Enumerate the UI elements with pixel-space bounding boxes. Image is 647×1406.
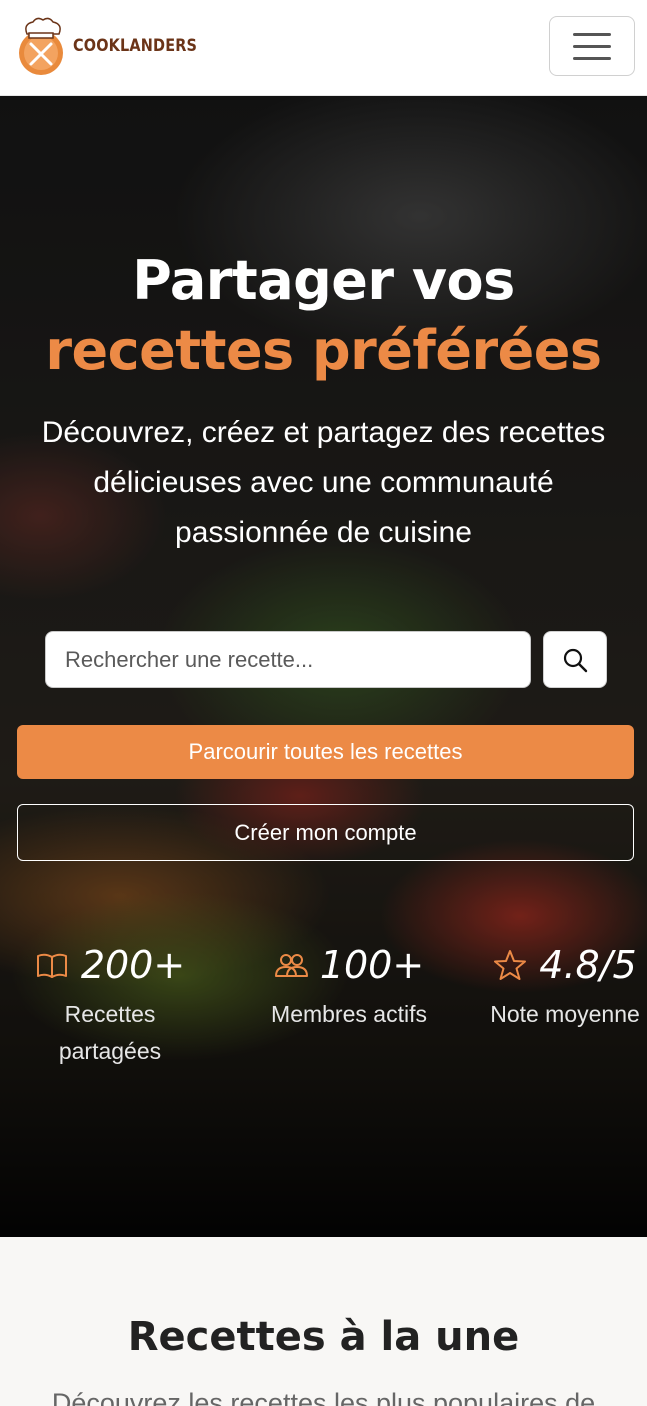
brand-name: COOKLANDERS — [73, 36, 198, 56]
create-account-button[interactable]: Créer mon compte — [17, 804, 634, 861]
featured-title: Recettes à la une — [127, 1314, 520, 1360]
stat-label: Note moyenne — [490, 1001, 640, 1027]
star-icon — [494, 950, 527, 980]
hero-title: Partager vos recettes préférées — [0, 246, 647, 386]
book-icon — [36, 953, 67, 978]
hamburger-menu-icon — [573, 32, 611, 36]
hero-title-text: Partager vos — [132, 249, 515, 312]
search-button[interactable] — [543, 631, 607, 688]
featured-subtitle: Découvrez les recettes les plus populair… — [51, 1388, 596, 1406]
users-icon — [274, 954, 308, 977]
stat-members: 100+ Membres actifs — [270, 938, 428, 1033]
brand-logo-link[interactable]: COOKLANDERS — [17, 16, 219, 76]
navbar-toggle-button[interactable] — [549, 16, 635, 76]
hero-section: Partager vos recettes préférées Découvre… — [0, 96, 647, 1237]
chef-hat-logo-icon — [19, 17, 63, 75]
stat-value: 200+ — [80, 943, 186, 987]
stat-recipes: 200+ Recettes partagées — [30, 938, 190, 1070]
stat-label: Membres actifs — [271, 1001, 427, 1027]
search-icon — [563, 648, 588, 672]
browse-recipes-button[interactable]: Parcourir toutes les recettes — [17, 725, 634, 779]
search-input[interactable] — [45, 631, 531, 688]
stat-rating: 4.8/5 Note moyenne — [487, 938, 643, 1033]
hero-title-accent: recettes préférées — [45, 319, 602, 382]
stat-value: 100+ — [319, 943, 425, 987]
stat-value: 4.8/5 — [539, 943, 637, 987]
stat-label: Recettes partagées — [58, 1001, 162, 1064]
hero-subtitle: Découvrez, créez et partagez des recette… — [41, 416, 606, 549]
navbar: COOKLANDERS — [0, 0, 647, 96]
featured-recipes-section: Recettes à la une Découvrez les recettes… — [0, 1237, 647, 1406]
